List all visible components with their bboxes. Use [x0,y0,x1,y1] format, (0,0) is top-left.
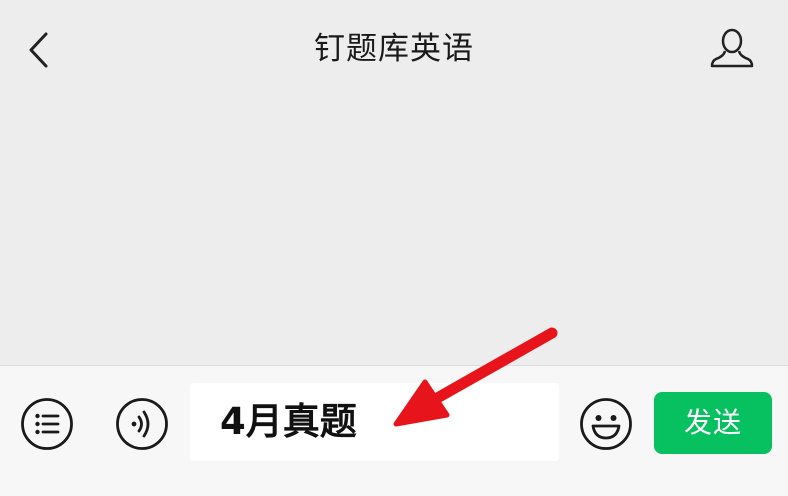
navigation-bar: 钉题库英语 [0,0,788,100]
chat-title: 钉题库英语 [314,31,474,67]
menu-button[interactable] [20,397,74,451]
user-icon [710,28,754,68]
smiley-icon [580,398,632,450]
send-button[interactable]: 发送 [654,392,772,454]
emoji-button[interactable] [579,397,633,451]
message-input-bar: 4月真题 发送 [0,365,788,496]
chat-message-area [0,100,788,365]
voice-button[interactable] [115,397,169,451]
voice-icon [116,398,168,450]
message-input[interactable]: 4月真题 [190,383,559,461]
profile-button[interactable] [708,26,756,74]
list-menu-icon [21,398,73,450]
